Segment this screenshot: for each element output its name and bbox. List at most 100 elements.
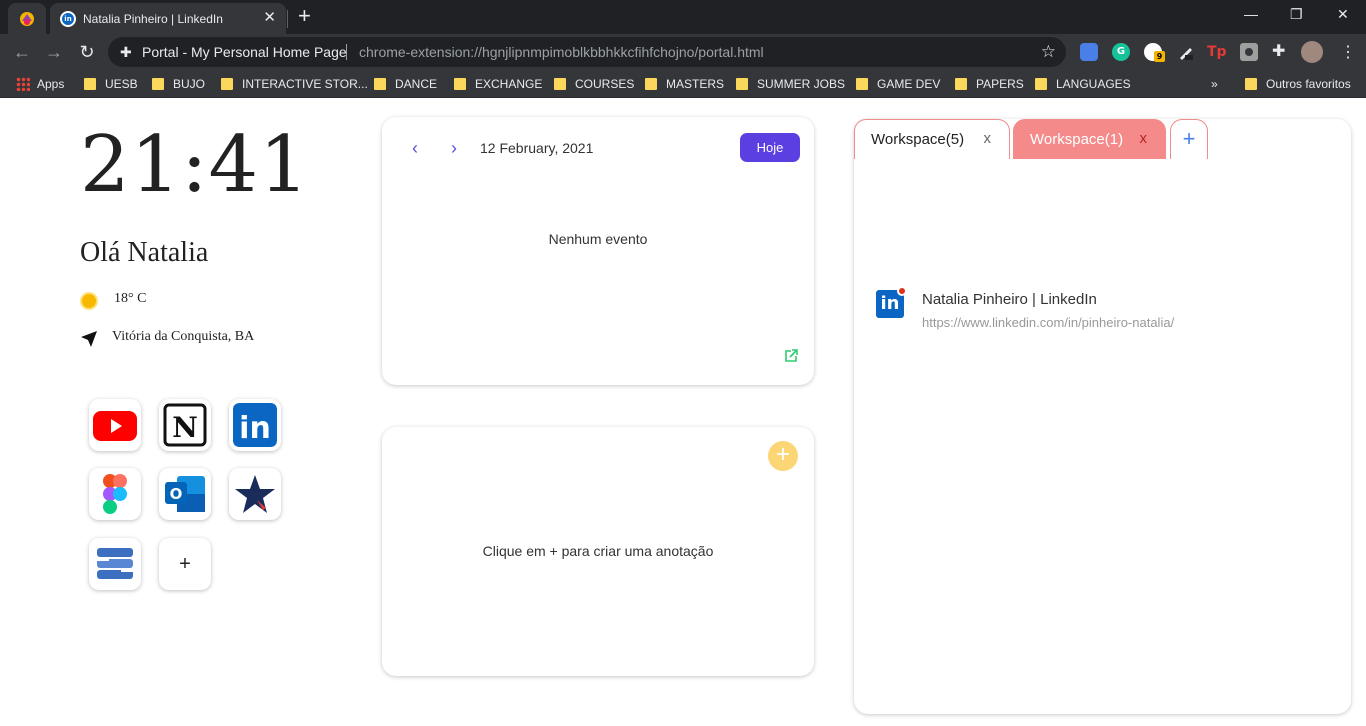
today-button[interactable]: Hoje: [740, 133, 800, 162]
notification-dot: [897, 286, 907, 296]
bookmark-folder[interactable]: UESB: [84, 76, 138, 92]
bookmark-folder[interactable]: INTERACTIVE STOR...: [221, 76, 368, 92]
bookmarks-overflow-button[interactable]: »: [1211, 76, 1218, 92]
workspace-item-url[interactable]: https://www.linkedin.com/in/pinheiro-nat…: [922, 315, 1174, 330]
puzzle-icon[interactable]: ✚: [1272, 43, 1290, 61]
bookmark-label: COURSES: [575, 77, 635, 91]
shortcut-star-app[interactable]: [229, 468, 281, 520]
bookmark-label: PAPERS: [976, 77, 1024, 91]
notes-card: + Clique em + para criar uma anotação: [382, 427, 814, 676]
figma-icon: [103, 474, 127, 514]
shield-blue-icon[interactable]: [1080, 43, 1098, 61]
bookmark-folder[interactable]: LANGUAGES: [1035, 76, 1131, 92]
shortcut-linkedin[interactable]: in: [229, 399, 281, 451]
address-bar[interactable]: ✚ Portal - My Personal Home Page chrome-…: [108, 37, 1066, 67]
chevron-left-icon[interactable]: ‹: [412, 139, 418, 157]
shortcut-figma[interactable]: [89, 468, 141, 520]
bookmark-folder[interactable]: PAPERS: [955, 76, 1024, 92]
temperature: 18° C: [114, 291, 147, 306]
bookmark-label: DANCE: [395, 77, 438, 91]
bookmark-folder[interactable]: SUMMER JOBS: [736, 76, 845, 92]
folder-icon: [1035, 78, 1047, 90]
calendar-card: ‹ › 12 February, 2021 Hoje Nenhum evento: [382, 117, 814, 385]
bookmark-label: Apps: [37, 77, 65, 91]
folder-icon: [1245, 78, 1257, 90]
pinned-tab[interactable]: [8, 3, 46, 34]
omnibox-url[interactable]: chrome-extension://hgnjlipnmpimoblkbbhkk…: [359, 44, 764, 60]
bookmark-folder[interactable]: GAME DEV: [856, 76, 940, 92]
tab-linkedin[interactable]: Natalia Pinheiro | LinkedIn ✕: [50, 3, 286, 34]
workspace-card: [854, 119, 1351, 714]
bookmark-folder[interactable]: MASTERS: [645, 76, 724, 92]
bookmark-label: INTERACTIVE STOR...: [242, 77, 368, 91]
bookmark-label: SUMMER JOBS: [757, 77, 846, 91]
tab-strip: Natalia Pinheiro | LinkedIn ✕ + — ❐ ✕: [0, 0, 1366, 34]
camera-icon[interactable]: [1240, 43, 1258, 61]
extension-badge: 9: [1154, 51, 1165, 62]
new-tab-button[interactable]: +: [298, 5, 311, 27]
menu-kebab-icon[interactable]: ⋮: [1340, 42, 1356, 62]
minimize-icon[interactable]: —: [1244, 6, 1258, 22]
bookmark-star-icon[interactable]: ☆: [1041, 42, 1056, 62]
extension-badge-icon[interactable]: 9: [1144, 43, 1165, 62]
folder-icon: [554, 78, 566, 90]
workspace-item-title[interactable]: Natalia Pinheiro | LinkedIn: [922, 291, 1097, 308]
location: Vitória da Conquista, BA: [112, 329, 255, 344]
shortcut-notion[interactable]: N: [159, 399, 211, 451]
shortcut-outlook[interactable]: O: [159, 468, 211, 520]
folder-icon: [84, 78, 96, 90]
bookmark-label: BUJO: [173, 77, 206, 91]
apps-grid-icon: [16, 77, 30, 91]
folder-icon: [736, 78, 748, 90]
bookmark-folder[interactable]: DANCE: [374, 76, 437, 92]
outlook-icon: O: [165, 476, 205, 512]
svg-text:O: O: [170, 485, 183, 503]
tab-workspace-1[interactable]: Workspace(1) x: [1013, 119, 1166, 159]
external-link-icon[interactable]: [784, 349, 798, 363]
omnibox-title: Portal - My Personal Home Page: [142, 44, 347, 60]
tab-title: Natalia Pinheiro | LinkedIn: [83, 12, 223, 26]
tab-workspace-5[interactable]: Workspace(5) x: [854, 119, 1010, 159]
close-icon[interactable]: x: [1140, 130, 1148, 147]
window-close-icon[interactable]: ✕: [1337, 6, 1349, 23]
folder-icon: [374, 78, 386, 90]
svg-text:N: N: [172, 411, 198, 444]
tab-close-icon[interactable]: ✕: [263, 10, 276, 26]
restore-icon[interactable]: ❐: [1290, 6, 1303, 23]
no-events-message: Nenhum evento: [548, 231, 648, 247]
bookmark-folder[interactable]: EXCHANGE: [454, 76, 542, 92]
bookmark-other-favorites[interactable]: Outros favoritos: [1245, 76, 1351, 92]
back-arrow-icon[interactable]: ←: [10, 40, 34, 64]
bookmark-label: GAME DEV: [877, 77, 941, 91]
s-app-icon: [97, 548, 133, 579]
bookmark-label: MASTERS: [666, 77, 725, 91]
folder-icon: [152, 78, 164, 90]
omnibox-divider: [346, 44, 347, 60]
bookmark-label: Outros favoritos: [1266, 77, 1351, 91]
bookmark-apps[interactable]: Apps: [16, 76, 64, 92]
pen-icon[interactable]: [1177, 43, 1195, 61]
reload-icon[interactable]: ↻: [75, 40, 99, 64]
tp-icon[interactable]: Tp: [1207, 43, 1227, 61]
notion-icon: N: [163, 403, 207, 447]
add-note-button[interactable]: +: [768, 441, 798, 471]
folder-icon: [221, 78, 233, 90]
add-shortcut-button[interactable]: +: [159, 538, 211, 590]
shortcut-s-app[interactable]: [89, 538, 141, 590]
forward-arrow-icon[interactable]: →: [42, 40, 66, 64]
shortcut-youtube[interactable]: [89, 399, 141, 451]
close-icon[interactable]: x: [984, 130, 992, 147]
add-workspace-button[interactable]: +: [1170, 119, 1208, 159]
linkedin-icon: in: [233, 403, 277, 447]
youtube-icon: [93, 411, 137, 441]
bookmark-folder[interactable]: COURSES: [554, 76, 634, 92]
browser-toolbar: ← → ↻ ✚ Portal - My Personal Home Page c…: [0, 34, 1366, 70]
chevron-right-icon[interactable]: ›: [451, 139, 457, 157]
sun-icon: [82, 294, 96, 308]
grammarly-icon[interactable]: G: [1112, 43, 1130, 61]
bookmark-folder[interactable]: BUJO: [152, 76, 205, 92]
avatar[interactable]: [1301, 41, 1323, 63]
folder-icon: [454, 78, 466, 90]
folder-icon: [955, 78, 967, 90]
tab-divider: [287, 10, 288, 28]
